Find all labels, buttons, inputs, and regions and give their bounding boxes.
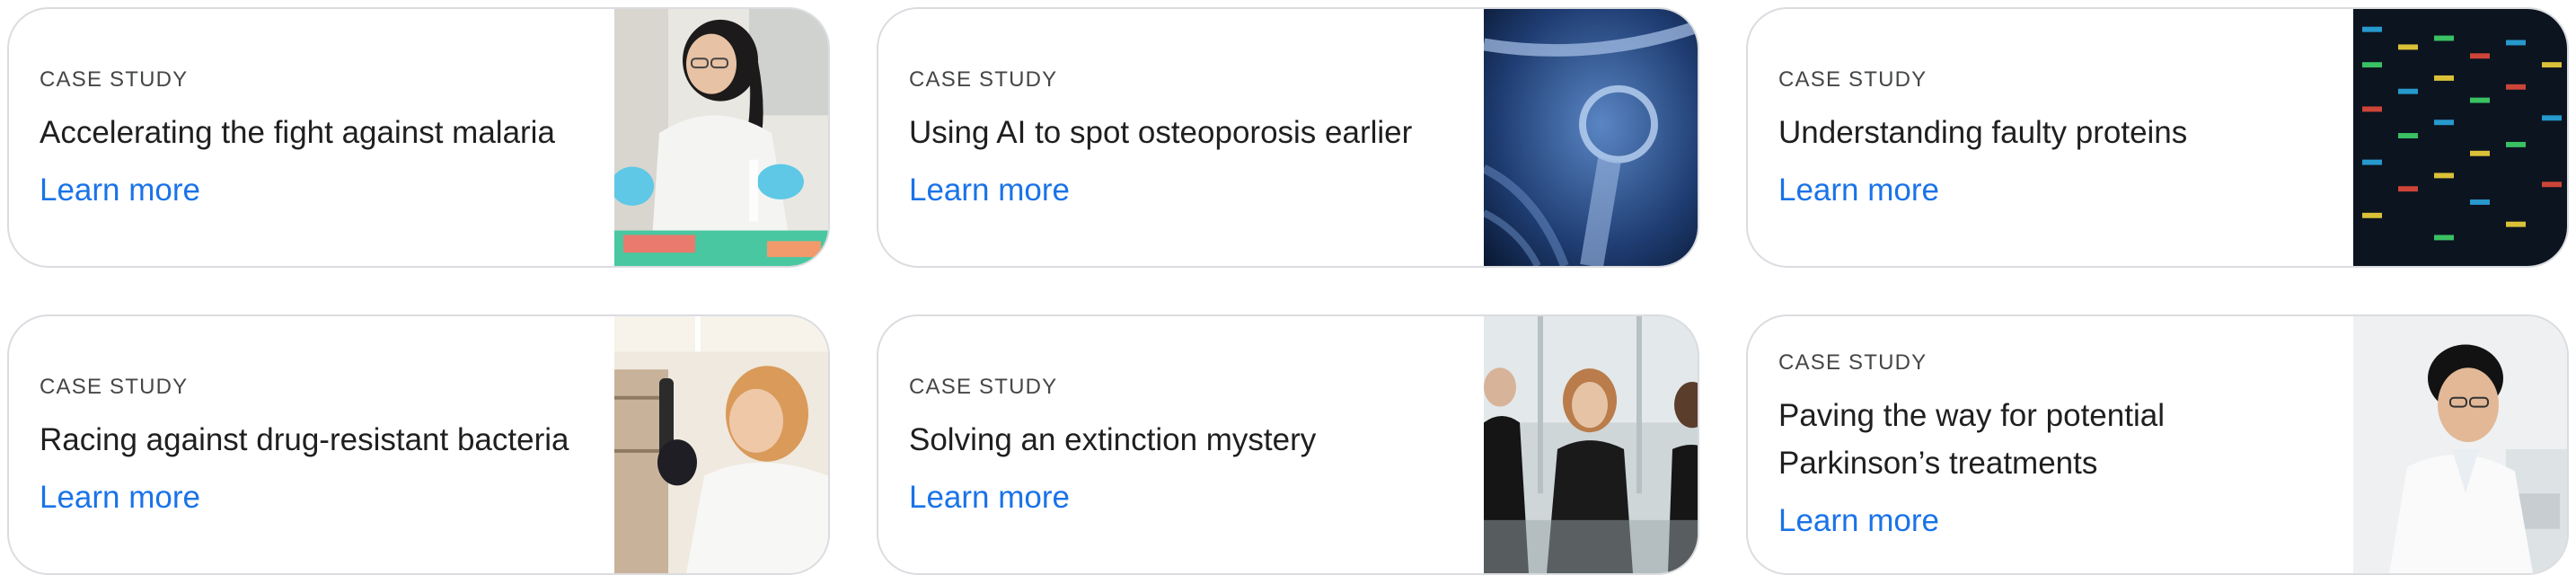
xray-shoulder-image xyxy=(1484,9,1698,266)
case-study-label: CASE STUDY xyxy=(909,374,1058,399)
learn-more-link[interactable]: Learn more xyxy=(1778,173,2325,208)
card-body: CASE STUDY Racing against drug-resistant… xyxy=(9,316,614,573)
case-study-card-bacteria[interactable]: CASE STUDY Racing against drug-resistant… xyxy=(7,314,830,575)
case-study-label: CASE STUDY xyxy=(909,66,1058,92)
researcher-tube-image xyxy=(614,316,828,573)
case-study-card-parkinsons[interactable]: CASE STUDY Paving the way for potential … xyxy=(1746,314,2569,575)
case-study-label: CASE STUDY xyxy=(1778,66,1928,92)
learn-more-link[interactable]: Learn more xyxy=(40,480,586,516)
case-study-label: CASE STUDY xyxy=(1778,350,1928,375)
card-title: Racing against drug-resistant bacteria xyxy=(40,421,569,457)
case-study-card-extinction[interactable]: CASE STUDY Solving an extinction mystery… xyxy=(877,314,1699,575)
case-study-card-osteoporosis[interactable]: CASE STUDY Using AI to spot osteoporosis… xyxy=(877,7,1699,268)
case-study-card-proteins[interactable]: CASE STUDY Understanding faulty proteins… xyxy=(1746,7,2569,268)
card-title: Paving the way for potential Parkinson’s… xyxy=(1778,398,2165,481)
card-title: Solving an extinction mystery xyxy=(909,421,1317,457)
card-body: CASE STUDY Understanding faulty proteins… xyxy=(1748,9,2353,266)
learn-more-link[interactable]: Learn more xyxy=(909,173,1455,208)
card-title: Understanding faulty proteins xyxy=(1778,114,2188,150)
case-study-label: CASE STUDY xyxy=(40,66,189,92)
case-study-grid: CASE STUDY Accelerating the fight agains… xyxy=(7,7,2569,575)
learn-more-link[interactable]: Learn more xyxy=(40,173,586,208)
learn-more-link[interactable]: Learn more xyxy=(1778,503,2325,539)
card-title: Accelerating the fight against malaria xyxy=(40,114,555,150)
scientist-lab-image xyxy=(614,9,828,266)
team-people-image xyxy=(1484,316,1698,573)
card-body: CASE STUDY Solving an extinction mystery… xyxy=(878,316,1484,573)
learn-more-link[interactable]: Learn more xyxy=(909,480,1455,516)
scientist-microscope-image xyxy=(2353,316,2567,573)
card-body: CASE STUDY Paving the way for potential … xyxy=(1748,316,2353,573)
card-body: CASE STUDY Accelerating the fight agains… xyxy=(9,9,614,266)
case-study-label: CASE STUDY xyxy=(40,374,189,399)
case-study-card-malaria[interactable]: CASE STUDY Accelerating the fight agains… xyxy=(7,7,830,268)
card-title: Using AI to spot osteoporosis earlier xyxy=(909,114,1413,150)
card-body: CASE STUDY Using AI to spot osteoporosis… xyxy=(878,9,1484,266)
dna-gel-image xyxy=(2353,9,2567,266)
